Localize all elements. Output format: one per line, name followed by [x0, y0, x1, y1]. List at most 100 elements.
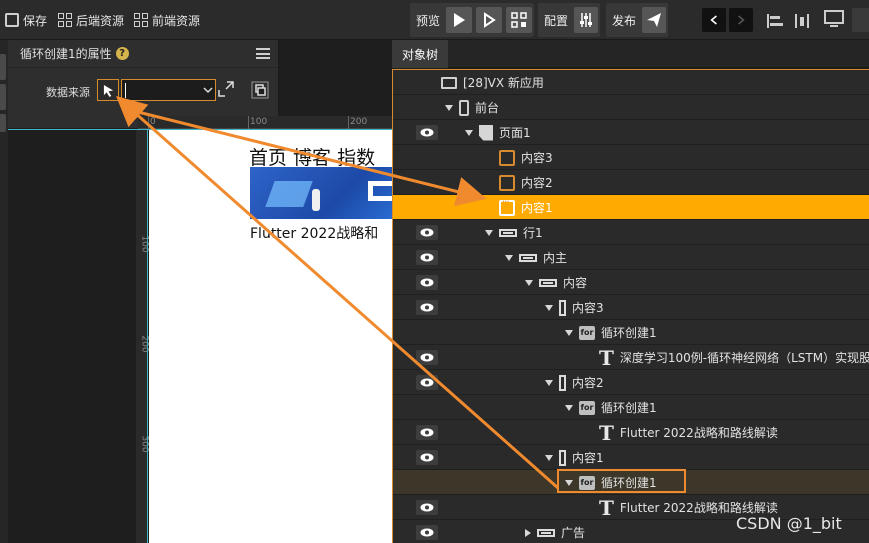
eye-icon[interactable]: [416, 225, 438, 240]
collapse-arrow-icon[interactable]: [485, 229, 493, 236]
config-group: 配置: [538, 3, 600, 37]
collapse-arrow-icon[interactable]: [525, 279, 533, 286]
more-button[interactable]: [852, 8, 869, 32]
text-icon: T: [599, 420, 614, 445]
page-icon: [479, 124, 493, 141]
cursor-pointer-icon: [103, 84, 113, 97]
row-icon: [539, 278, 557, 287]
back-button[interactable]: [702, 8, 726, 32]
config-button[interactable]: [574, 7, 598, 33]
tree-node: 内容2: [545, 370, 604, 395]
box-icon: [499, 147, 515, 166]
design-page[interactable]: 首页 博客 指数 Flutter 2022战略和: [149, 130, 392, 543]
tree-node: 内主: [505, 245, 567, 270]
menu-icon[interactable]: [256, 48, 270, 59]
box-icon: [499, 197, 515, 216]
page-banner-image[interactable]: [250, 167, 392, 219]
publish-button[interactable]: [642, 7, 666, 33]
expand-arrow-icon[interactable]: [525, 528, 531, 537]
align-button[interactable]: [766, 12, 784, 30]
text-caret: [125, 83, 126, 98]
page-nav-text[interactable]: 首页 博客 指数: [249, 143, 375, 170]
expand-icon[interactable]: [218, 81, 234, 97]
datasource-label: 数据来源: [46, 86, 90, 99]
tree-row[interactable]: 行1: [393, 220, 869, 245]
page-content-text[interactable]: Flutter 2022战略和: [250, 223, 378, 243]
tree-node-label: 内容1: [521, 201, 553, 215]
watermark-text: CSDN @1_bit: [736, 514, 842, 533]
tree-row[interactable]: T 深度学习100例-循环神经网络（LSTM）实现股票预测: [393, 345, 869, 370]
tree-row[interactable]: for 循环创建1: [393, 320, 869, 345]
play-button[interactable]: [446, 7, 473, 33]
qrcode-button[interactable]: [506, 7, 533, 33]
help-icon[interactable]: ?: [115, 47, 129, 60]
for-loop-icon: for: [579, 400, 595, 415]
collapse-arrow-icon[interactable]: [565, 329, 573, 336]
tree-row[interactable]: 内主: [393, 245, 869, 270]
save-icon: [5, 13, 19, 27]
tree-row[interactable]: 内容2: [393, 370, 869, 395]
datasource-input[interactable]: [121, 79, 216, 101]
tree-row[interactable]: 页面1: [393, 120, 869, 145]
eye-icon[interactable]: [416, 425, 438, 440]
forward-button[interactable]: [729, 8, 753, 32]
row-icon: [519, 253, 537, 262]
chevron-down-icon[interactable]: [203, 86, 213, 94]
ruler-label: 0: [150, 117, 156, 127]
for-loop-icon: for: [579, 325, 595, 340]
tree-row-highlighted[interactable]: for 循环创建1: [393, 470, 869, 495]
tool-tab[interactable]: [0, 54, 6, 80]
collapse-arrow-icon[interactable]: [545, 304, 553, 311]
tree-row-selected[interactable]: 内容1: [393, 195, 869, 220]
save-button[interactable]: 保存: [5, 11, 47, 29]
tree-node-label: 循环创建1: [601, 476, 657, 490]
frontend-resources-button[interactable]: 前端资源: [134, 11, 200, 29]
properties-title: 循环创建1的属性: [20, 47, 112, 61]
tree-node: 内容1: [545, 445, 604, 470]
banner-logo: [368, 181, 392, 201]
align-icon: [767, 14, 783, 28]
tab-object-tree[interactable]: 对象树: [392, 40, 448, 68]
tree-node-label: 广告: [561, 526, 586, 540]
left-tool-strip: [0, 40, 8, 543]
distribute-button[interactable]: [794, 12, 812, 30]
tree-row[interactable]: 内容: [393, 270, 869, 295]
eye-icon[interactable]: [416, 275, 438, 290]
eye-icon[interactable]: [416, 125, 438, 140]
tree-node-label: 行1: [523, 226, 543, 240]
tree-row[interactable]: 内容3: [393, 145, 869, 170]
eye-icon[interactable]: [416, 450, 438, 465]
copy-icon[interactable]: [251, 81, 269, 99]
tree-row[interactable]: 内容1: [393, 445, 869, 470]
tree-row[interactable]: 前台: [393, 95, 869, 120]
device-button[interactable]: [824, 10, 846, 28]
eye-icon[interactable]: [416, 500, 438, 515]
collapse-arrow-icon[interactable]: [445, 104, 453, 111]
tree-row[interactable]: 内容3: [393, 295, 869, 320]
tool-tab[interactable]: [0, 114, 6, 132]
tree-row[interactable]: T Flutter 2022战略和路线解读: [393, 420, 869, 445]
play-device-button[interactable]: [476, 7, 503, 33]
eye-icon[interactable]: [416, 300, 438, 315]
tree-row[interactable]: for 循环创建1: [393, 395, 869, 420]
backend-resources-button[interactable]: 后端资源: [58, 11, 124, 29]
tree-row[interactable]: [28]VX 新应用: [393, 70, 869, 95]
collapse-arrow-icon[interactable]: [545, 379, 553, 386]
preview-group: 预览: [410, 3, 534, 37]
collapse-arrow-icon[interactable]: [465, 129, 473, 136]
collapse-arrow-icon[interactable]: [505, 254, 513, 261]
tree-node-label: 内容2: [521, 176, 553, 190]
collapse-arrow-icon[interactable]: [565, 404, 573, 411]
eye-icon[interactable]: [416, 525, 438, 540]
eye-icon[interactable]: [416, 250, 438, 265]
eye-icon[interactable]: [416, 350, 438, 365]
eye-icon[interactable]: [416, 375, 438, 390]
collapse-arrow-icon[interactable]: [565, 479, 573, 486]
tree-row[interactable]: 内容2: [393, 170, 869, 195]
collapse-arrow-icon[interactable]: [545, 454, 553, 461]
tree-node-label: Flutter 2022战略和路线解读: [619, 426, 778, 440]
datasource-picker-button[interactable]: [97, 79, 119, 101]
tree-node-label: 内容: [563, 276, 588, 290]
box-icon: [499, 172, 515, 191]
tool-tab[interactable]: [0, 84, 6, 110]
